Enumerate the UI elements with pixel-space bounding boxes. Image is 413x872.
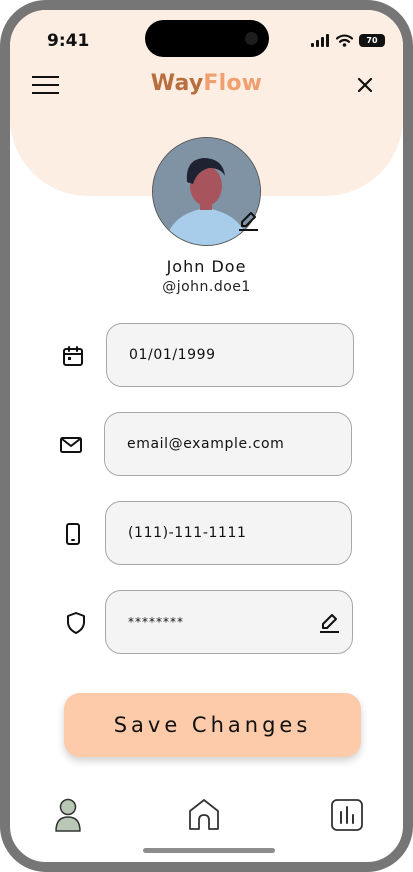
profile-icon[interactable] [48, 795, 88, 835]
mail-icon [60, 437, 82, 453]
app-logo: WayFlow [10, 71, 403, 96]
camera-icon [245, 32, 258, 45]
password-field[interactable]: ******** [105, 590, 353, 654]
edit-password-icon[interactable] [317, 610, 341, 634]
phone-number-field[interactable]: (111)-111-1111 [105, 501, 352, 565]
analytics-icon[interactable] [327, 795, 367, 835]
logo-text-way: Way [150, 71, 204, 96]
birthdate-field[interactable]: 01/01/1999 [106, 323, 354, 387]
close-icon[interactable] [354, 74, 376, 96]
logo-text-flow: Flow [203, 71, 263, 96]
status-icons: 70 [311, 33, 385, 47]
profile-name: John Doe [166, 257, 247, 276]
calendar-icon [63, 346, 83, 366]
dynamic-island [145, 20, 269, 57]
wifi-icon [336, 33, 353, 47]
phone-frame: 9:41 70 WayFlow John Doe @john.doe1 01/0… [0, 0, 413, 872]
phone-icon [66, 523, 80, 545]
profile-handle: @john.doe1 [162, 279, 251, 295]
email-field[interactable]: email@example.com [104, 412, 352, 476]
home-icon[interactable] [184, 795, 224, 835]
home-indicator[interactable] [143, 848, 275, 853]
status-time: 9:41 [47, 31, 90, 51]
signal-icon [311, 33, 329, 47]
battery-icon: 70 [359, 33, 385, 47]
save-changes-button[interactable]: Save Changes [64, 693, 361, 757]
edit-avatar-icon[interactable] [236, 208, 260, 232]
shield-icon [67, 612, 85, 634]
